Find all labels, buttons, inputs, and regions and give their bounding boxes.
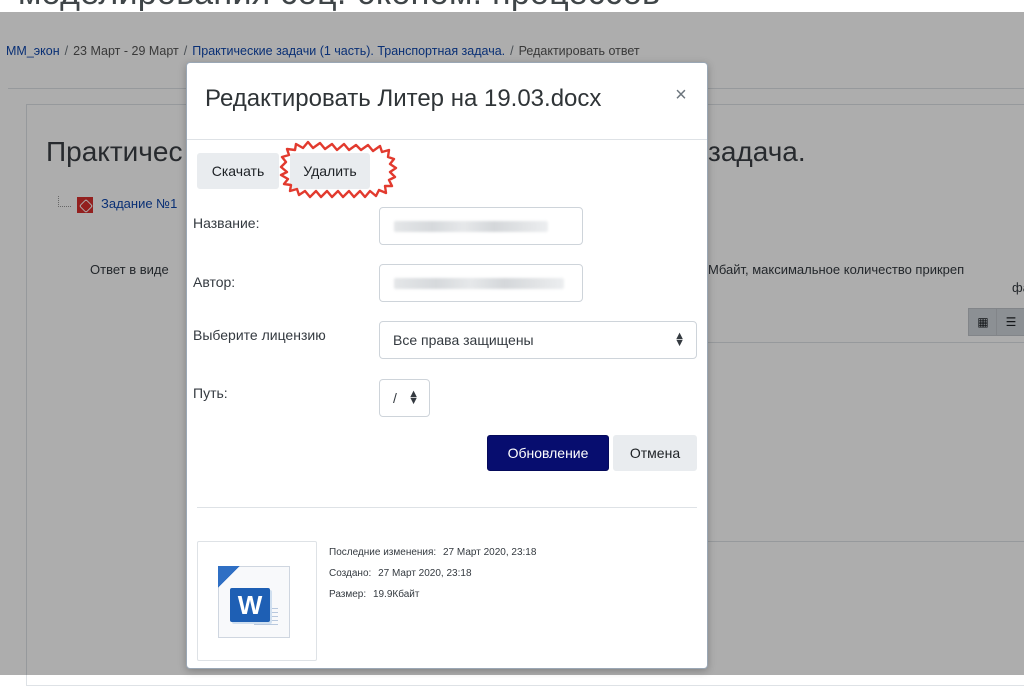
dialog-header-divider <box>187 139 707 140</box>
word-document-icon: W <box>230 588 270 622</box>
delete-button[interactable]: Удалить <box>290 153 370 189</box>
dialog-info-divider <box>197 507 697 508</box>
redacted-author-value <box>394 278 564 289</box>
document-corner <box>218 566 240 588</box>
select-arrows-icon: ▲ ▼ <box>408 388 419 407</box>
dialog-title: Редактировать Литер на 19.03.docx <box>205 85 602 112</box>
page-heading-strip: моделирования соц.-эконом. процессов <box>0 0 1024 12</box>
modified-value: 27 Март 2020, 23:18 <box>442 547 537 558</box>
modified-label: Последние изменения: <box>329 547 437 558</box>
size-label: Размер: <box>329 589 367 600</box>
name-label: Название: <box>193 215 260 231</box>
author-input[interactable] <box>379 264 583 302</box>
close-icon[interactable]: × <box>673 85 689 105</box>
update-button[interactable]: Обновление <box>487 435 609 471</box>
license-select-value: Все права защищены <box>393 332 534 348</box>
redacted-name-value <box>394 221 548 232</box>
size-value: 19.9Кбайт <box>372 589 420 600</box>
author-label: Автор: <box>193 274 236 290</box>
license-label: Выберите лицензию <box>193 327 326 343</box>
name-input[interactable] <box>379 207 583 245</box>
created-info: Создано: 27 Март 2020, 23:18 <box>329 568 472 579</box>
created-label: Создано: <box>329 568 372 579</box>
file-thumbnail: W <box>197 541 317 661</box>
download-button[interactable]: Скачать <box>197 153 279 189</box>
cancel-button[interactable]: Отмена <box>613 435 697 471</box>
created-value: 27 Март 2020, 23:18 <box>378 568 472 579</box>
path-select[interactable]: / ▲ ▼ <box>379 379 430 417</box>
path-label: Путь: <box>193 385 228 401</box>
edit-file-dialog: Редактировать Литер на 19.03.docx × Скач… <box>186 62 708 669</box>
modified-info: Последние изменения: 27 Март 2020, 23:18 <box>329 547 536 558</box>
path-select-value: / <box>393 390 397 406</box>
select-arrows-icon: ▲ ▼ <box>674 330 685 349</box>
page-heading: моделирования соц.-эконом. процессов <box>18 0 660 12</box>
size-info: Размер: 19.9Кбайт <box>329 589 419 600</box>
license-select[interactable]: Все права защищены ▲ ▼ <box>379 321 697 359</box>
